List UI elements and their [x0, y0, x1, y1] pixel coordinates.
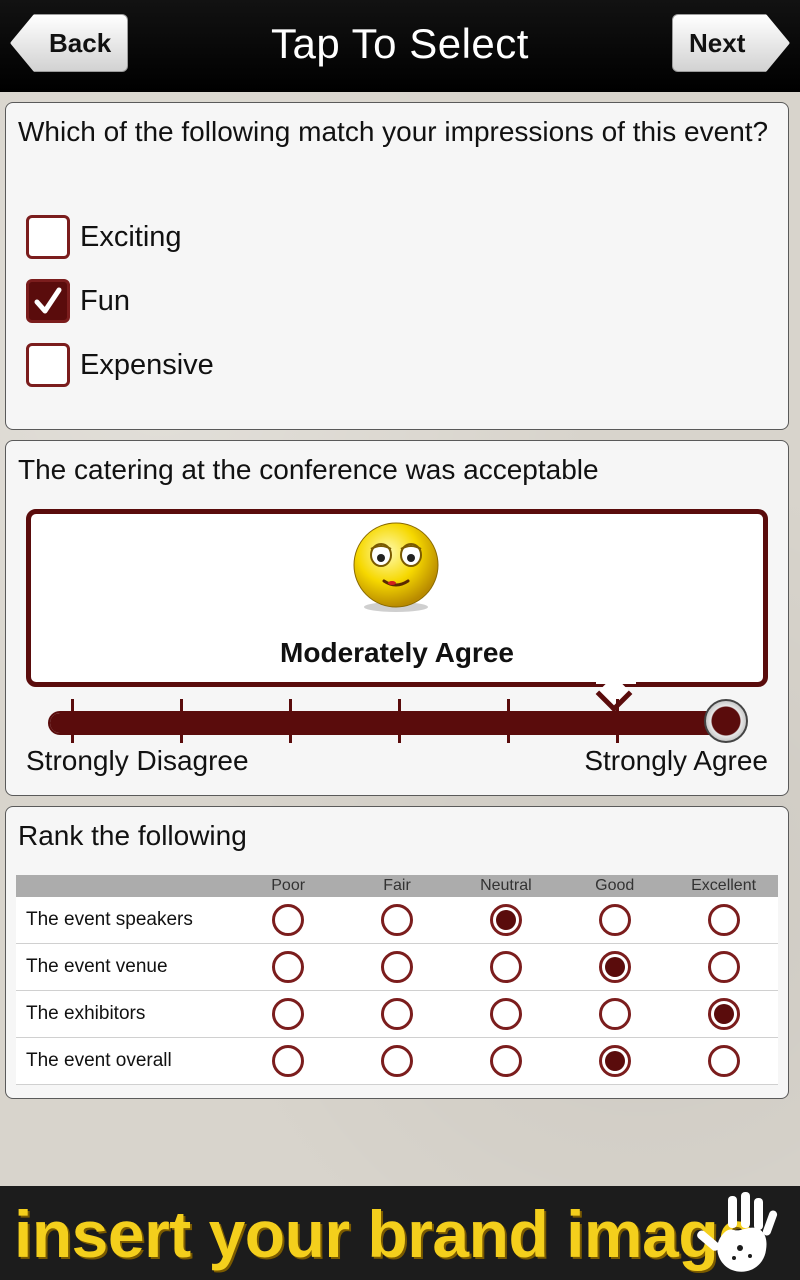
radio-button[interactable] [707, 904, 740, 936]
question-text: The catering at the conference was accep… [18, 454, 599, 485]
radio-button[interactable] [489, 1045, 522, 1077]
radio-button[interactable] [381, 1045, 413, 1077]
radio-button[interactable] [381, 998, 413, 1030]
slider-fill [50, 713, 728, 733]
question-text: Which of the following match your impres… [18, 116, 769, 147]
smiley-face-icon [353, 522, 439, 612]
radio-button-selected[interactable] [489, 904, 522, 936]
column-header-poor: Poor [271, 877, 306, 894]
brand-banner: insert your brand image [0, 1186, 800, 1280]
next-button[interactable]: Next [672, 14, 790, 72]
brand-text: insert your brand image [14, 1197, 755, 1271]
slider-tick[interactable] [180, 699, 183, 743]
checkbox-label: Expensive [80, 348, 214, 381]
checkbox[interactable] [26, 215, 70, 259]
question-card-catering: The catering at the conference was accep… [5, 440, 789, 796]
question-card-rank: Rank the following Poor Fair Neutral Goo… [5, 806, 789, 1099]
checkbox-option-fun[interactable]: Fun [26, 278, 130, 324]
radio-button[interactable] [272, 1045, 305, 1077]
back-button[interactable]: Back [10, 14, 128, 72]
radio-button[interactable] [489, 998, 522, 1030]
radio-button[interactable] [707, 1045, 740, 1077]
radio-button[interactable] [489, 951, 522, 983]
grid-row: The exhibitors [16, 991, 778, 1038]
radio-button-selected[interactable] [707, 998, 740, 1030]
slider-tick[interactable] [71, 699, 74, 743]
radio-button-selected[interactable] [598, 1045, 631, 1077]
column-header-good: Good [595, 877, 635, 894]
slider-tick[interactable] [398, 699, 401, 743]
checkmark-icon [34, 287, 62, 314]
radio-button[interactable] [272, 951, 305, 983]
column-header-excellent: Excellent [691, 877, 757, 894]
checkbox-option-exciting[interactable]: Exciting [26, 214, 182, 260]
slider-tick[interactable] [616, 699, 619, 743]
scale-max-label: Strongly Agree [584, 745, 768, 776]
column-header-fair: Fair [383, 877, 411, 894]
checkbox-label: Exciting [80, 220, 182, 253]
radio-button[interactable] [272, 998, 305, 1030]
slider-tick[interactable] [289, 699, 292, 743]
grid-row: The event speakers [16, 897, 778, 944]
checkbox-checked[interactable] [26, 279, 70, 323]
slider-thumb[interactable] [704, 699, 748, 743]
selected-rating-label: Moderately Agree [280, 637, 514, 668]
likert-slider-track[interactable] [48, 711, 746, 735]
radio-button[interactable] [381, 951, 413, 983]
checkbox-option-expensive[interactable]: Expensive [26, 342, 214, 388]
question-text: Rank the following [18, 820, 247, 851]
grid-row-label: The event overall [26, 1050, 172, 1071]
radio-button-selected[interactable] [598, 951, 631, 983]
grid-header: Poor Fair Neutral Good Excellent [16, 875, 778, 897]
radio-button[interactable] [598, 998, 631, 1030]
checkbox[interactable] [26, 343, 70, 387]
column-header-neutral: Neutral [480, 877, 532, 894]
radio-button[interactable] [272, 904, 305, 936]
grid-row-label: The event venue [26, 956, 168, 977]
grid-row: The event overall [16, 1038, 778, 1085]
grid-row: The event venue [16, 944, 778, 991]
grid-row-label: The event speakers [26, 909, 193, 930]
rank-grid: Poor Fair Neutral Good Excellent The eve… [16, 875, 778, 1085]
slider-tick[interactable] [507, 699, 510, 743]
handprint-icon [697, 1192, 778, 1272]
radio-button[interactable] [381, 904, 413, 936]
radio-button[interactable] [598, 904, 631, 936]
radio-button[interactable] [707, 951, 740, 983]
scale-min-label: Strongly Disagree [26, 745, 249, 776]
question-card-impressions: Which of the following match your impres… [5, 102, 789, 430]
grid-row-label: The exhibitors [26, 1003, 146, 1024]
checkbox-label: Fun [80, 284, 130, 317]
title-bar: Tap To Select Back Next [0, 0, 800, 92]
